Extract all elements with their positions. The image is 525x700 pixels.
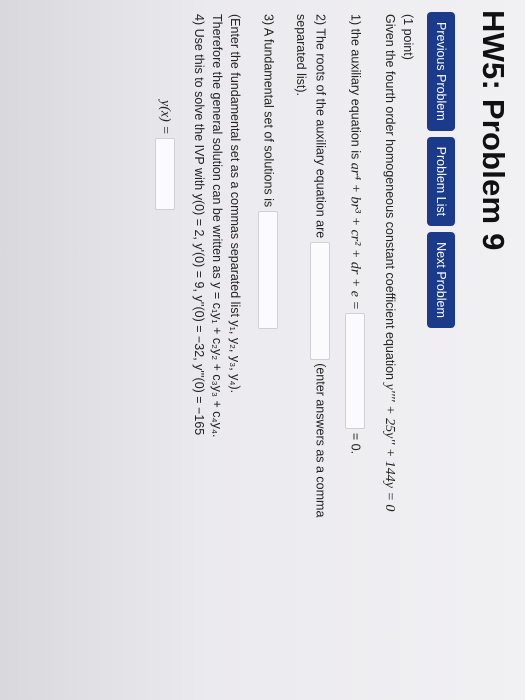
- q3-prefix: 3) A fundamental set of solutions is: [261, 14, 276, 208]
- problem-body: (1 point) Given the fourth order homogen…: [155, 14, 417, 654]
- q2-prefix: 2) The roots of the auxiliary equation a…: [313, 14, 328, 239]
- q1-suffix: = 0.: [348, 432, 363, 455]
- question-3: 3) A fundamental set of solutions is: [257, 14, 278, 654]
- question-4: 4) Use this to solve the IVP with y(0) =…: [191, 14, 206, 436]
- q2-suffix: (enter answers as a comma: [313, 363, 328, 518]
- given-text: Given the fourth order homogeneous const…: [382, 14, 397, 380]
- question-1: 1) the auxiliary equation is ar⁴ + br³ +…: [344, 14, 365, 654]
- points-label: (1 point): [401, 14, 415, 60]
- question-2: 2) The roots of the auxiliary equation a…: [309, 14, 330, 654]
- differential-equation: y'''' + 25y'' + 144y = 0: [381, 383, 397, 512]
- next-problem-button[interactable]: Next Problem: [427, 232, 455, 328]
- screen: { "title": "HW5: Problem 9", "nav": { "p…: [0, 0, 525, 700]
- answer-label: y(x) =: [158, 100, 174, 135]
- answer-row: y(x) =: [155, 14, 176, 654]
- previous-problem-button[interactable]: Previous Problem: [427, 12, 455, 131]
- given-statement: Given the fourth order homogeneous const…: [379, 14, 399, 654]
- problem-nav: Previous Problem Problem List Next Probl…: [427, 12, 455, 328]
- roots-input[interactable]: [309, 241, 330, 360]
- webwork-page: HW5: Problem 9 Previous Problem Problem …: [0, 0, 525, 700]
- q3-note: (Enter the fundamental set as a commas s…: [227, 14, 242, 394]
- auxiliary-expression: ar⁴ + br³ + cr² + dr + e =: [347, 162, 363, 310]
- page-title: HW5: Problem 9: [476, 10, 511, 251]
- problem-list-button[interactable]: Problem List: [427, 136, 455, 227]
- q2-continuation: separated list).: [293, 14, 308, 96]
- general-solution-text: Therefore the general solution can be wr…: [209, 14, 224, 438]
- fundamental-set-input[interactable]: [257, 210, 278, 329]
- auxiliary-equation-input[interactable]: [344, 313, 365, 430]
- q1-prefix: 1) the auxiliary equation is: [348, 14, 363, 160]
- solution-input[interactable]: [155, 138, 176, 211]
